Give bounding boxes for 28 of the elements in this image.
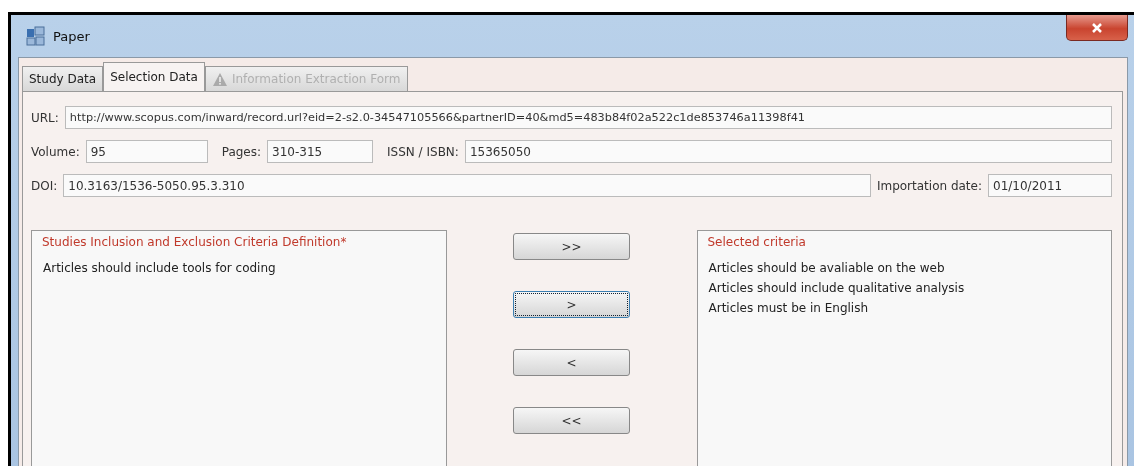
- list-item[interactable]: Articles should be avaliable on the web: [708, 261, 1101, 275]
- move-button[interactable]: >: [513, 291, 630, 318]
- url-field[interactable]: http://www.scopus.com/inward/record.url?eid=2-s2.0-34547105566&partnerID=40&md5=483b84f02a522c1de853746a11398f41: [64, 106, 1112, 129]
- list-item[interactable]: Articles should include tools for coding: [43, 261, 436, 275]
- field-label: URL:: [31, 110, 59, 125]
- volume-field[interactable]: 95: [85, 140, 208, 163]
- field-label: ISSN / ISBN:: [387, 144, 459, 159]
- list-item[interactable]: Articles must be in English: [708, 301, 1101, 315]
- date-field[interactable]: 01/10/2011: [988, 174, 1112, 197]
- close-icon: [1091, 21, 1103, 34]
- move-button[interactable]: <: [513, 349, 630, 376]
- tab[interactable]: Selection Data: [103, 62, 205, 91]
- list-title: Selected criteria: [707, 235, 806, 249]
- move-button[interactable]: <<: [513, 407, 630, 434]
- field-label: Volume:: [31, 144, 80, 159]
- window-title: Paper: [53, 28, 90, 44]
- pages-field[interactable]: 310-315: [267, 140, 374, 163]
- tab[interactable]: Study Data: [22, 66, 104, 91]
- doi-field[interactable]: 10.3163/1536-5050.95.3.310: [63, 174, 871, 197]
- field-label: Pages:: [221, 144, 262, 159]
- list-item[interactable]: Articles should include qualitative analysis: [708, 281, 1101, 295]
- app-icon: [25, 25, 47, 47]
- field-label: Importation date:: [876, 178, 982, 193]
- issn-field[interactable]: 15365050: [464, 140, 1112, 163]
- field-label: DOI:: [31, 178, 58, 193]
- close-button[interactable]: [1066, 15, 1128, 41]
- list-title: Studies Inclusion and Exclusion Criteria Definition*: [42, 235, 347, 249]
- move-button[interactable]: >>: [513, 233, 630, 260]
